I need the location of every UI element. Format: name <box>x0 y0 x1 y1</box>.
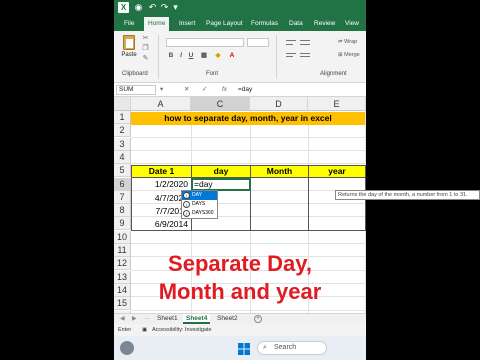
row-gridline <box>131 269 366 271</box>
row-gridline <box>131 163 366 165</box>
row-gridline <box>131 176 366 178</box>
row-header[interactable]: 4 <box>114 150 131 164</box>
row-gridline <box>131 296 366 298</box>
row-gridline <box>131 136 366 138</box>
row-gridline <box>131 309 366 311</box>
row-header[interactable]: 12 <box>114 257 131 271</box>
column-gridline <box>191 111 192 324</box>
row-gridline <box>131 189 366 191</box>
column-gridline <box>365 111 366 324</box>
row-header[interactable]: 2 <box>114 124 131 138</box>
row-gridline <box>131 229 366 231</box>
row-header[interactable]: 7 <box>114 190 131 204</box>
row-header[interactable]: 3 <box>114 137 131 151</box>
row-gridline <box>131 256 366 258</box>
row-gridline <box>131 216 366 218</box>
row-header[interactable]: 9 <box>114 217 131 231</box>
row-header[interactable]: 13 <box>114 270 131 284</box>
row-header[interactable]: 14 <box>114 283 131 297</box>
row-header[interactable]: 8 <box>114 204 131 218</box>
row-gridline <box>131 149 366 151</box>
row-gridline <box>131 123 366 125</box>
row-gridline <box>131 203 366 205</box>
row-header[interactable]: 5 <box>114 164 131 178</box>
column-gridline <box>250 111 251 324</box>
row-gridline <box>131 322 366 324</box>
row-header[interactable]: 15 <box>114 297 131 311</box>
column-gridline <box>308 111 309 324</box>
row-header[interactable]: 6 <box>114 177 131 191</box>
sheet-content: 1 2 3 4 5 6 7 8 9 10 11 12 13 14 15 16 <box>114 0 366 360</box>
row-gridline <box>131 282 366 284</box>
row-header[interactable]: 10 <box>114 230 131 244</box>
row-gridline <box>131 243 366 244</box>
row-header[interactable]: 11 <box>114 244 131 257</box>
row-header[interactable]: 1 <box>114 111 131 124</box>
row-header[interactable]: 16 <box>114 310 131 324</box>
